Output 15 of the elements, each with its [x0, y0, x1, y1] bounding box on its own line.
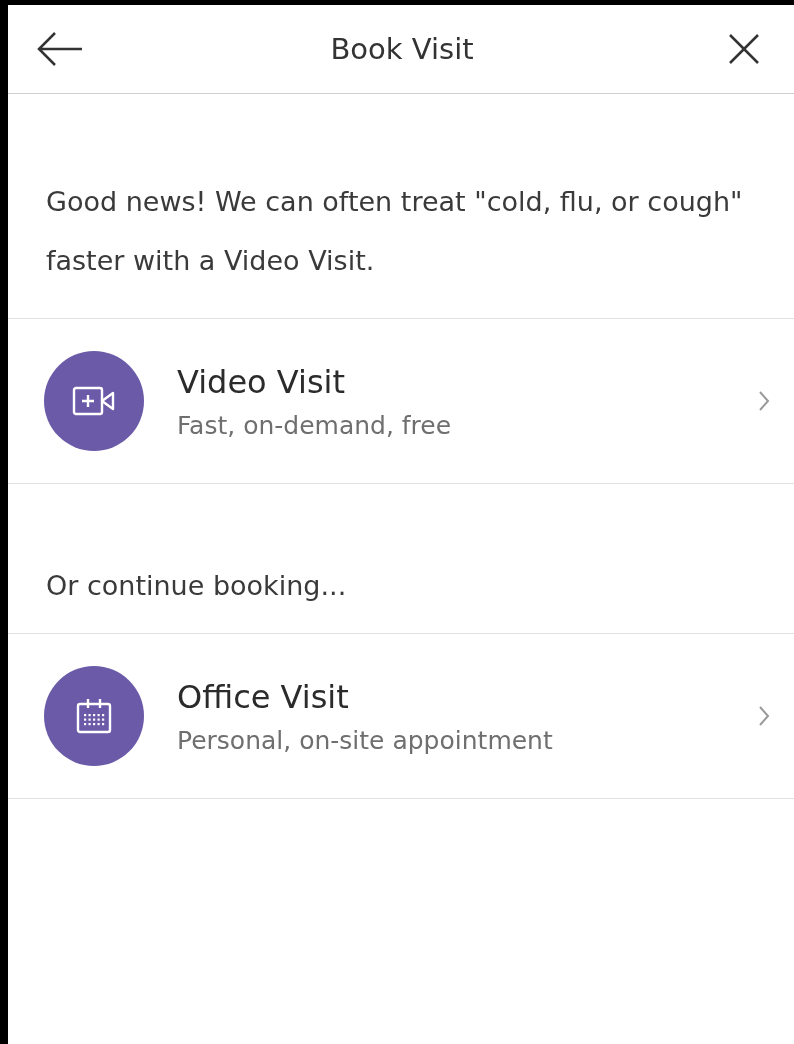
- visit-option[interactable]: Office Visit Personal, on-site appointment: [8, 634, 794, 799]
- chevron-right-icon: [758, 705, 770, 727]
- video-plus-icon: [72, 386, 116, 416]
- back-arrow-icon: [36, 31, 84, 67]
- window-title: Book Visit: [330, 32, 474, 66]
- section-label: Or continue booking...: [8, 484, 794, 634]
- option-subtitle: Personal, on-site appointment: [177, 725, 554, 755]
- visit-option[interactable]: Video Visit Fast, on-demand, free: [8, 319, 794, 484]
- option-title: Video Visit: [177, 362, 346, 401]
- calendar-icon: [75, 697, 113, 735]
- intro-text: Good news! We can often treat "cold, flu, or cough" faster with a Video Visit.: [8, 94, 794, 319]
- chevron-right-icon: [758, 390, 770, 412]
- option-subtitle: Fast, on-demand, free: [177, 410, 453, 440]
- close-icon: [728, 33, 760, 65]
- option-title: Office Visit: [177, 677, 350, 716]
